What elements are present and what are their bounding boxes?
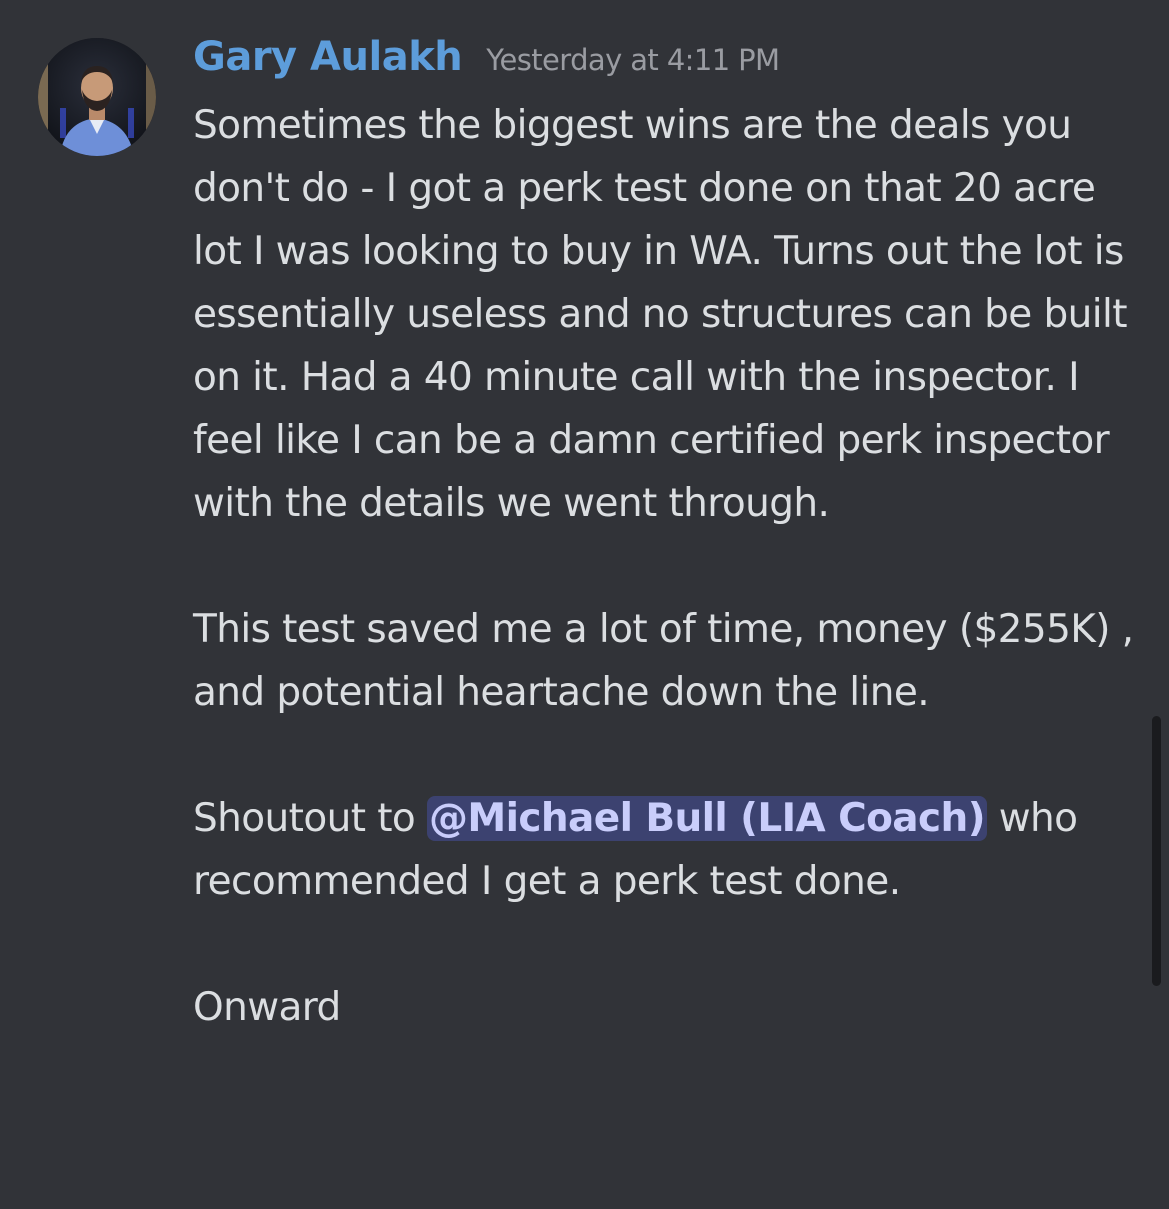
- message-paragraph: This test saved me a lot of time, money …: [193, 607, 1146, 715]
- message-timestamp: Yesterday at 4:11 PM: [486, 43, 780, 77]
- author-name[interactable]: Gary Aulakh: [193, 34, 463, 80]
- user-avatar-photo-icon: [38, 38, 156, 156]
- message-content: Sometimes the biggest wins are the deals…: [193, 94, 1143, 1039]
- user-mention[interactable]: @Michael Bull (LIA Coach): [426, 796, 987, 841]
- chat-message: Gary Aulakh Yesterday at 4:11 PM Sometime…: [0, 0, 1169, 1209]
- message-header: Gary Aulakh Yesterday at 4:11 PM: [193, 34, 780, 90]
- message-paragraph: Onward: [193, 985, 341, 1030]
- message-paragraph-with-mention: Shoutout to @Michael Bull (LIA Coach) wh…: [193, 787, 1143, 913]
- user-avatar[interactable]: [38, 38, 156, 156]
- message-paragraph: Sometimes the biggest wins are the deals…: [193, 103, 1139, 526]
- paragraph-text: Shoutout to: [193, 796, 427, 841]
- scrollbar-thumb[interactable]: [1152, 716, 1161, 986]
